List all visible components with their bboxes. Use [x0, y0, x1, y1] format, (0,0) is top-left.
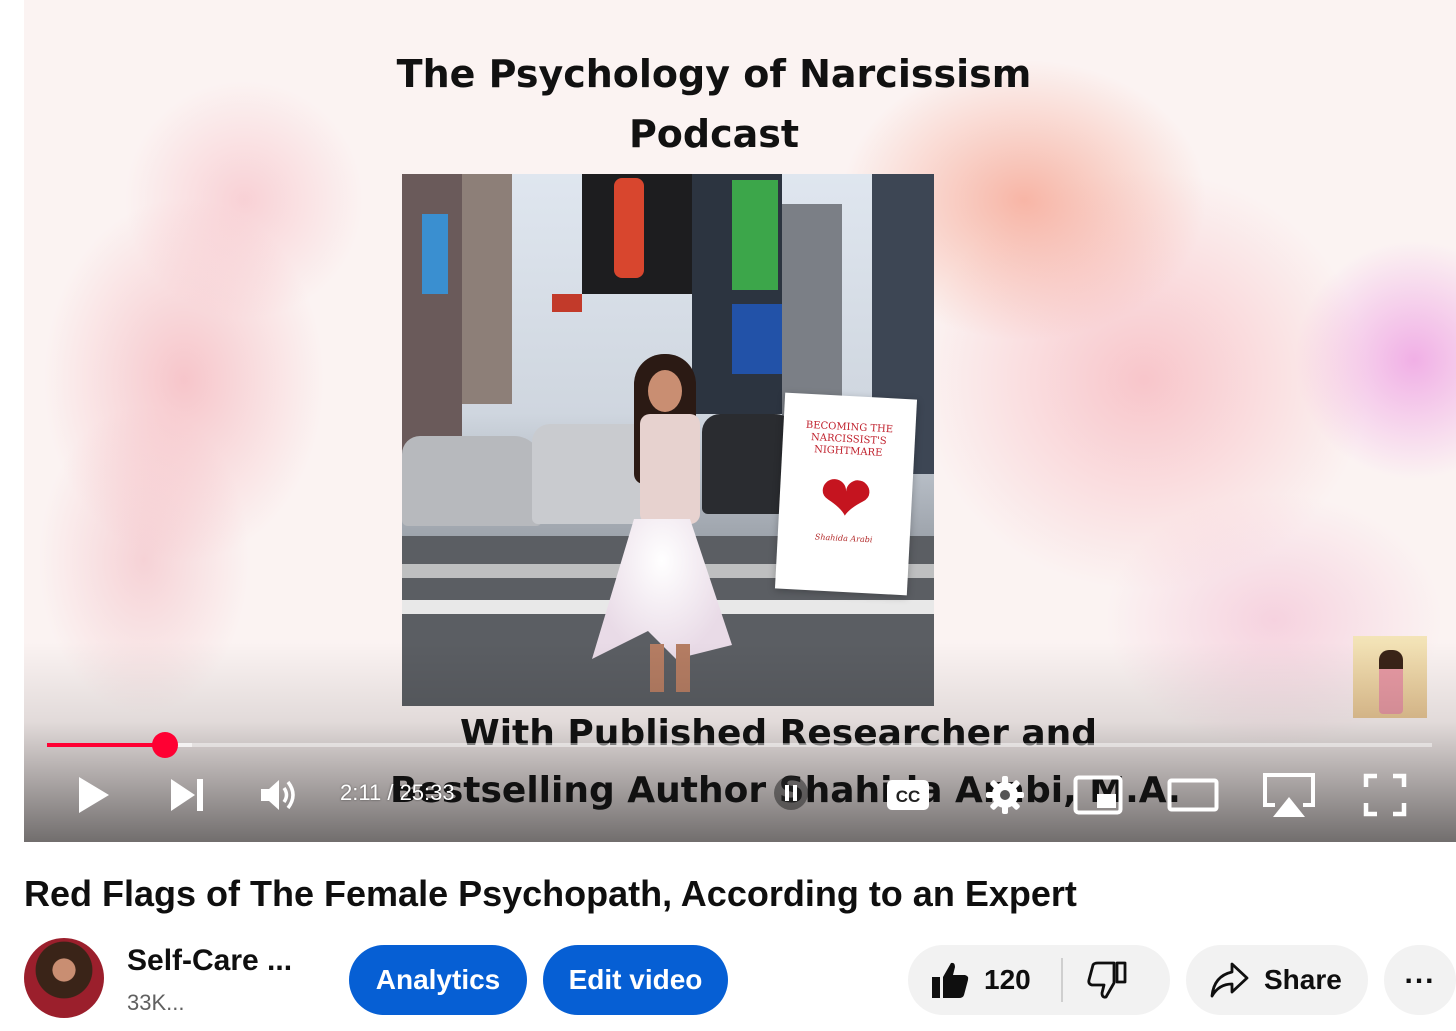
current-time: 2:11	[340, 780, 382, 805]
volume-button[interactable]	[256, 772, 304, 818]
thumbs-down-icon	[1087, 961, 1127, 999]
play-icon	[79, 777, 109, 813]
settings-icon	[986, 776, 1024, 814]
miniplayer-button[interactable]	[1072, 772, 1124, 818]
pause-indicator	[774, 776, 808, 810]
video-player[interactable]: The Psychology of Narcissism Podcast BEC…	[24, 0, 1456, 842]
theater-icon	[1167, 778, 1219, 812]
more-actions-button[interactable]: ...	[1384, 945, 1456, 1015]
duration: 25:33	[399, 780, 455, 805]
like-dislike-group: 120	[908, 945, 1170, 1015]
share-label: Share	[1264, 964, 1342, 995]
settings-button[interactable]	[982, 772, 1028, 818]
more-icon: ...	[1404, 957, 1436, 990]
thumbnail-title: The Psychology of Narcissism Podcast	[314, 44, 1114, 164]
channel-name[interactable]: Self-Care ...	[127, 944, 292, 978]
book-title: BECOMING THE NARCISSIST'S NIGHTMARE	[805, 419, 894, 459]
miniplayer-icon	[1073, 775, 1123, 815]
progress-played	[47, 743, 165, 747]
progress-bar[interactable]	[47, 732, 1432, 758]
thumbnail-photo: BECOMING THE NARCISSIST'S NIGHTMARE ❤ Sh…	[402, 174, 934, 706]
scrubber-handle[interactable]	[151, 732, 178, 758]
thumbnail-title-line2: Podcast	[628, 112, 800, 156]
thumbnail-subtitle-line1: With Published Researcher and	[460, 713, 1098, 754]
fullscreen-icon	[1363, 773, 1407, 817]
theater-mode-button[interactable]	[1166, 774, 1220, 816]
share-button[interactable]: Share	[1186, 945, 1368, 1015]
fullscreen-button[interactable]	[1360, 772, 1410, 818]
airplay-icon	[1263, 773, 1315, 817]
svg-text:CC: CC	[896, 787, 921, 806]
captions-icon: CC	[887, 780, 929, 810]
like-divider	[1060, 958, 1063, 1002]
channel-avatar[interactable]	[24, 938, 104, 1018]
video-title: Red Flags of The Female Psychopath, Acco…	[24, 873, 1077, 914]
volume-icon	[261, 780, 295, 810]
analytics-button[interactable]: Analytics	[349, 945, 527, 1015]
play-button[interactable]	[70, 770, 116, 820]
edit-video-button[interactable]: Edit video	[543, 945, 728, 1015]
thumbs-up-icon	[932, 962, 969, 998]
like-button[interactable]: 120	[930, 960, 1031, 1000]
pause-icon	[785, 785, 797, 801]
share-arrow-icon	[1210, 962, 1249, 998]
next-icon	[171, 779, 203, 811]
captions-button[interactable]: CC	[882, 774, 934, 816]
next-button[interactable]	[164, 772, 210, 818]
time-separator: /	[387, 780, 394, 805]
like-count: 120	[984, 964, 1031, 995]
dislike-button[interactable]	[1087, 960, 1127, 1000]
broken-heart-icon: ❤	[817, 461, 875, 537]
thumbnail-title-line1: The Psychology of Narcissism	[396, 52, 1032, 96]
airplay-button[interactable]	[1260, 770, 1318, 822]
book-cover: BECOMING THE NARCISSIST'S NIGHTMARE ❤ Sh…	[774, 392, 918, 596]
subscriber-count: 33K...	[127, 990, 185, 1015]
time-display: 2:11 / 25:33	[340, 780, 455, 806]
